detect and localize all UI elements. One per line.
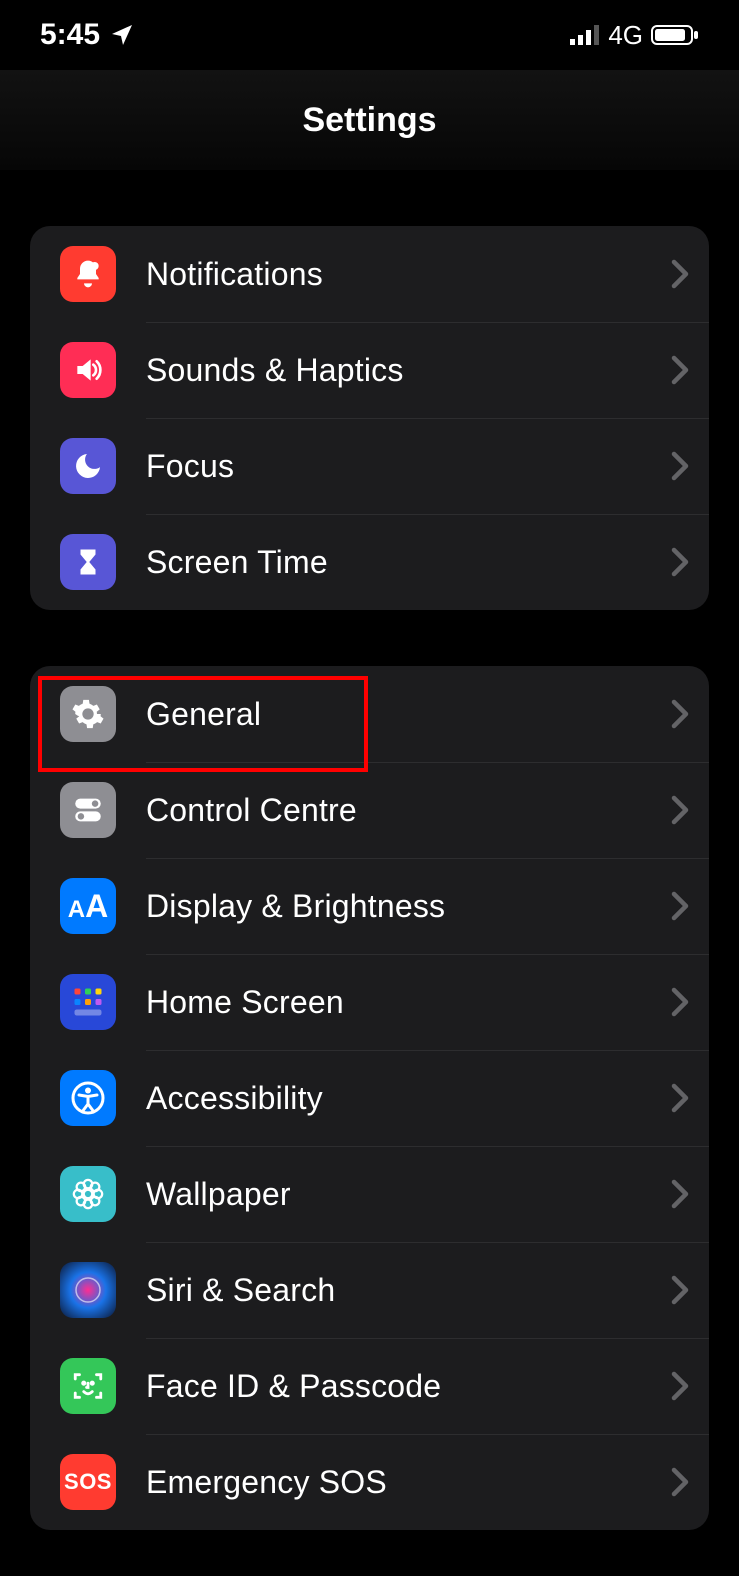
row-faceid-passcode[interactable]: Face ID & Passcode — [30, 1338, 709, 1434]
row-display-brightness[interactable]: AA Display & Brightness — [30, 858, 709, 954]
settings-group-2: General Control Centre AA Display & Brig… — [30, 666, 709, 1530]
textsize-icon: AA — [60, 878, 116, 934]
row-label: Home Screen — [146, 984, 671, 1021]
face-id-icon — [60, 1358, 116, 1414]
row-label: Control Centre — [146, 792, 671, 829]
row-siri-search[interactable]: Siri & Search — [30, 1242, 709, 1338]
row-wallpaper[interactable]: Wallpaper — [30, 1146, 709, 1242]
status-right: 4G — [570, 20, 699, 51]
row-home-screen[interactable]: Home Screen — [30, 954, 709, 1050]
chevron-right-icon — [671, 1179, 689, 1209]
chevron-right-icon — [671, 451, 689, 481]
sos-icon: SOS — [60, 1454, 116, 1510]
flower-icon — [60, 1166, 116, 1222]
row-label: General — [146, 696, 671, 733]
moon-icon — [60, 438, 116, 494]
status-left: 5:45 — [40, 18, 134, 52]
speaker-icon — [60, 342, 116, 398]
nav-header: Settings — [0, 70, 739, 170]
row-label: Accessibility — [146, 1080, 671, 1117]
row-label: Display & Brightness — [146, 888, 671, 925]
row-label: Face ID & Passcode — [146, 1368, 671, 1405]
row-screen-time[interactable]: Screen Time — [30, 514, 709, 610]
battery-icon — [651, 23, 699, 47]
toggles-icon — [60, 782, 116, 838]
settings-group-1: Notifications Sounds & Haptics Focus — [30, 226, 709, 610]
gear-icon — [60, 686, 116, 742]
hourglass-icon — [60, 534, 116, 590]
chevron-right-icon — [671, 355, 689, 385]
siri-icon — [60, 1262, 116, 1318]
chevron-right-icon — [671, 1083, 689, 1113]
row-notifications[interactable]: Notifications — [30, 226, 709, 322]
chevron-right-icon — [671, 547, 689, 577]
app-grid-icon — [60, 974, 116, 1030]
notifications-icon — [60, 246, 116, 302]
chevron-right-icon — [671, 259, 689, 289]
status-time: 5:45 — [40, 18, 100, 52]
row-label: Emergency SOS — [146, 1464, 671, 1501]
row-sounds-haptics[interactable]: Sounds & Haptics — [30, 322, 709, 418]
row-focus[interactable]: Focus — [30, 418, 709, 514]
sos-icon-text: SOS — [64, 1469, 112, 1495]
chevron-right-icon — [671, 987, 689, 1017]
row-label: Focus — [146, 448, 671, 485]
chevron-right-icon — [671, 1371, 689, 1401]
row-label: Wallpaper — [146, 1176, 671, 1213]
row-general[interactable]: General — [30, 666, 709, 762]
chevron-right-icon — [671, 795, 689, 825]
chevron-right-icon — [671, 1275, 689, 1305]
row-accessibility[interactable]: Accessibility — [30, 1050, 709, 1146]
accessibility-icon — [60, 1070, 116, 1126]
settings-content: Notifications Sounds & Haptics Focus — [0, 226, 739, 1530]
location-icon — [110, 23, 134, 47]
cellular-signal-icon — [570, 25, 600, 45]
row-label: Siri & Search — [146, 1272, 671, 1309]
row-label: Sounds & Haptics — [146, 352, 671, 389]
status-bar: 5:45 4G — [0, 0, 739, 70]
row-label: Notifications — [146, 256, 671, 293]
chevron-right-icon — [671, 699, 689, 729]
row-emergency-sos[interactable]: SOS Emergency SOS — [30, 1434, 709, 1530]
row-control-centre[interactable]: Control Centre — [30, 762, 709, 858]
chevron-right-icon — [671, 1467, 689, 1497]
network-label: 4G — [608, 20, 643, 51]
page-title: Settings — [302, 101, 436, 140]
row-label: Screen Time — [146, 544, 671, 581]
chevron-right-icon — [671, 891, 689, 921]
